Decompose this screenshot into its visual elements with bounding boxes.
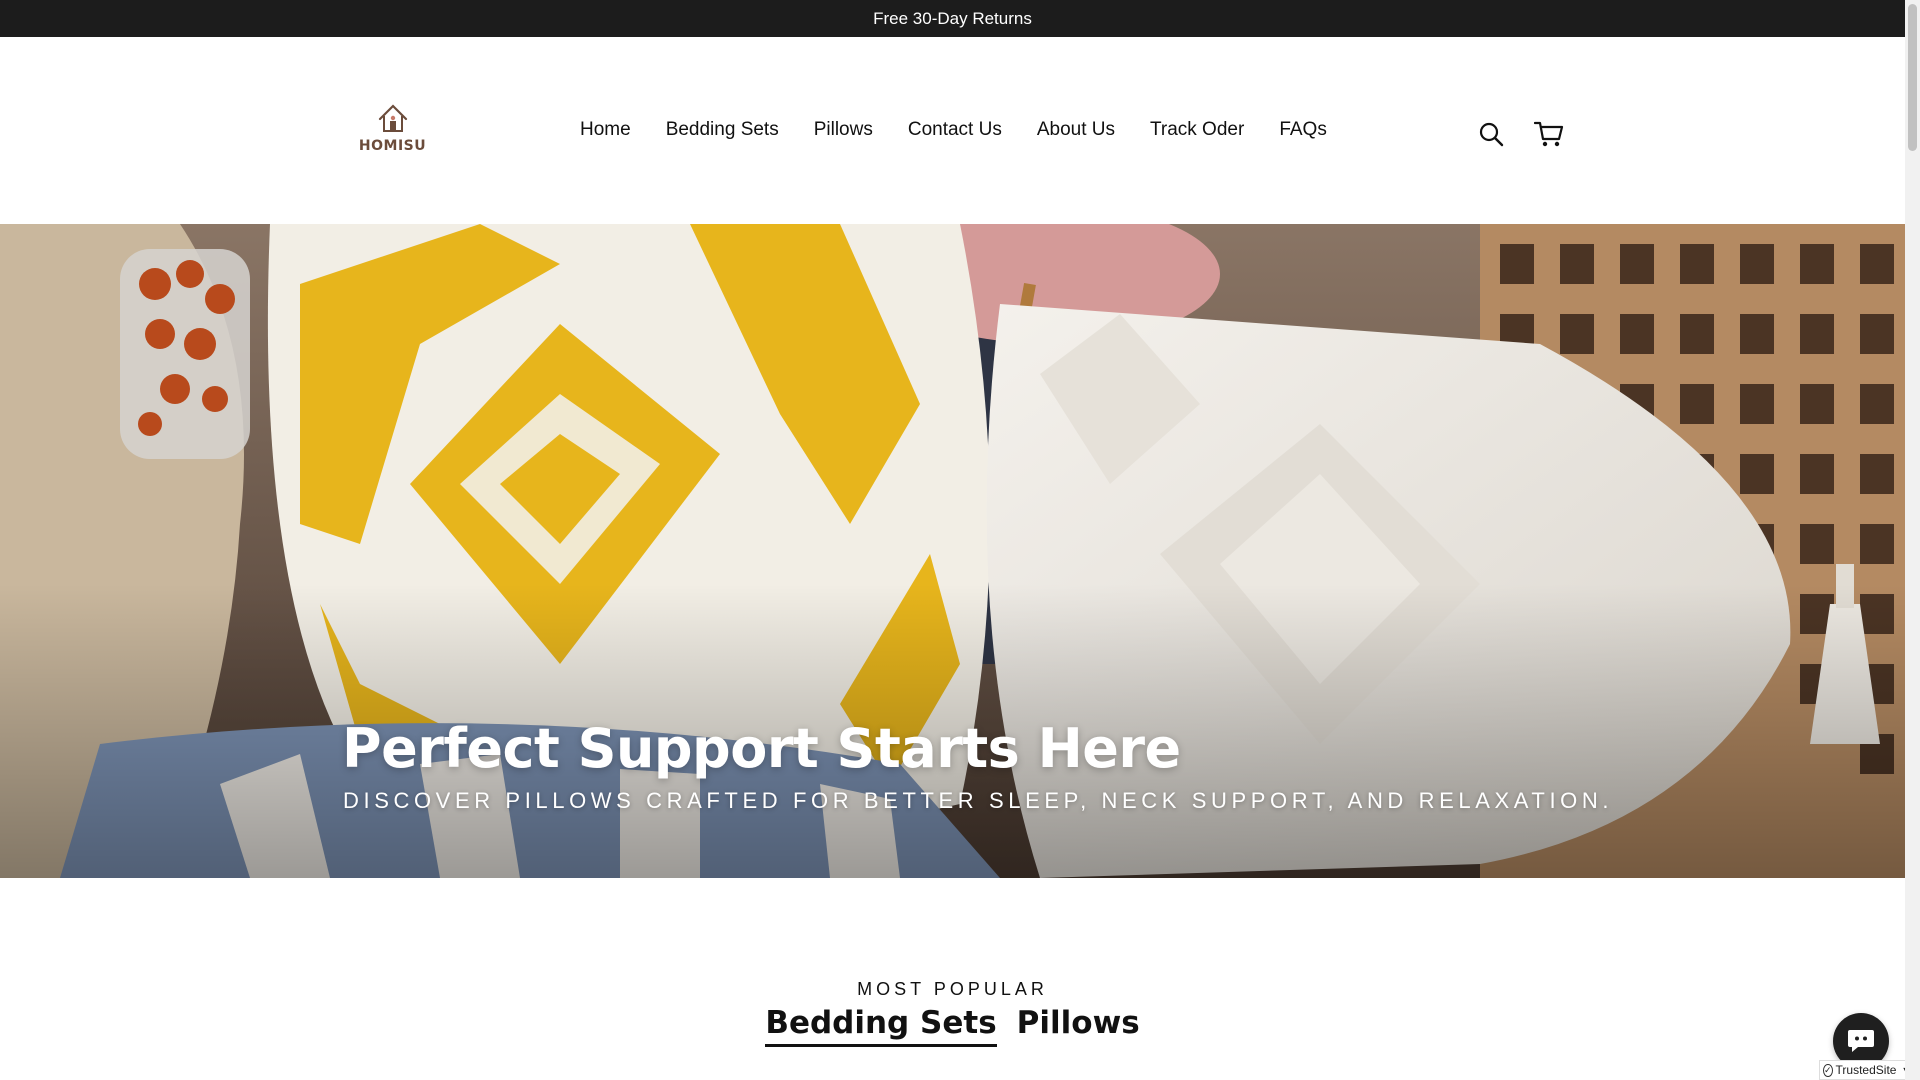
hero-subtitle: Discover pillows crafted for better slee… [343,788,1614,813]
cart-icon [1534,121,1564,147]
main-nav: Home Bedding Sets Pillows Contact Us Abo… [580,119,1327,141]
hero-title: Perfect Support Starts Here [342,717,1181,780]
logo-text: HOMISU [358,137,427,154]
chat-bubble-icon [1848,1030,1874,1052]
nav-track-order[interactable]: Track Oder [1150,119,1244,141]
tab-bedding-sets[interactable]: Bedding Sets [765,1005,997,1047]
search-icon [1479,122,1504,147]
trustedsite-badge[interactable]: ✓ TrustedSite ▼ [1819,1060,1910,1080]
scrollbar-thumb[interactable] [1908,4,1917,151]
page-scrollbar[interactable] [1905,0,1920,1080]
nav-contact-us[interactable]: Contact Us [908,119,1002,141]
nav-bedding-sets[interactable]: Bedding Sets [666,119,779,141]
nav-about-us[interactable]: About Us [1037,119,1115,141]
trustedsite-label: TrustedSite [1835,1063,1897,1077]
cart-button[interactable] [1532,117,1566,151]
nav-pillows[interactable]: Pillows [814,119,873,141]
announcement-bar: Free 30-Day Returns [0,0,1905,37]
nav-faqs[interactable]: FAQs [1279,119,1327,141]
logo[interactable]: HOMISU [355,92,430,162]
check-icon: ✓ [1823,1063,1833,1077]
tab-pillows[interactable]: Pillows [1017,1005,1140,1047]
hero-banner[interactable]: Perfect Support Starts Here Discover pil… [0,224,1905,878]
announcement-text: Free 30-Day Returns [873,8,1032,28]
nav-home[interactable]: Home [580,119,631,141]
house-logo-icon [378,103,407,132]
site-header: HOMISU Home Bedding Sets Pillows Contact… [0,37,1905,224]
section-label: MOST POPULAR [857,979,1048,999]
search-button[interactable] [1474,117,1508,151]
collection-tabs: Bedding Sets Pillows [0,1005,1905,1047]
